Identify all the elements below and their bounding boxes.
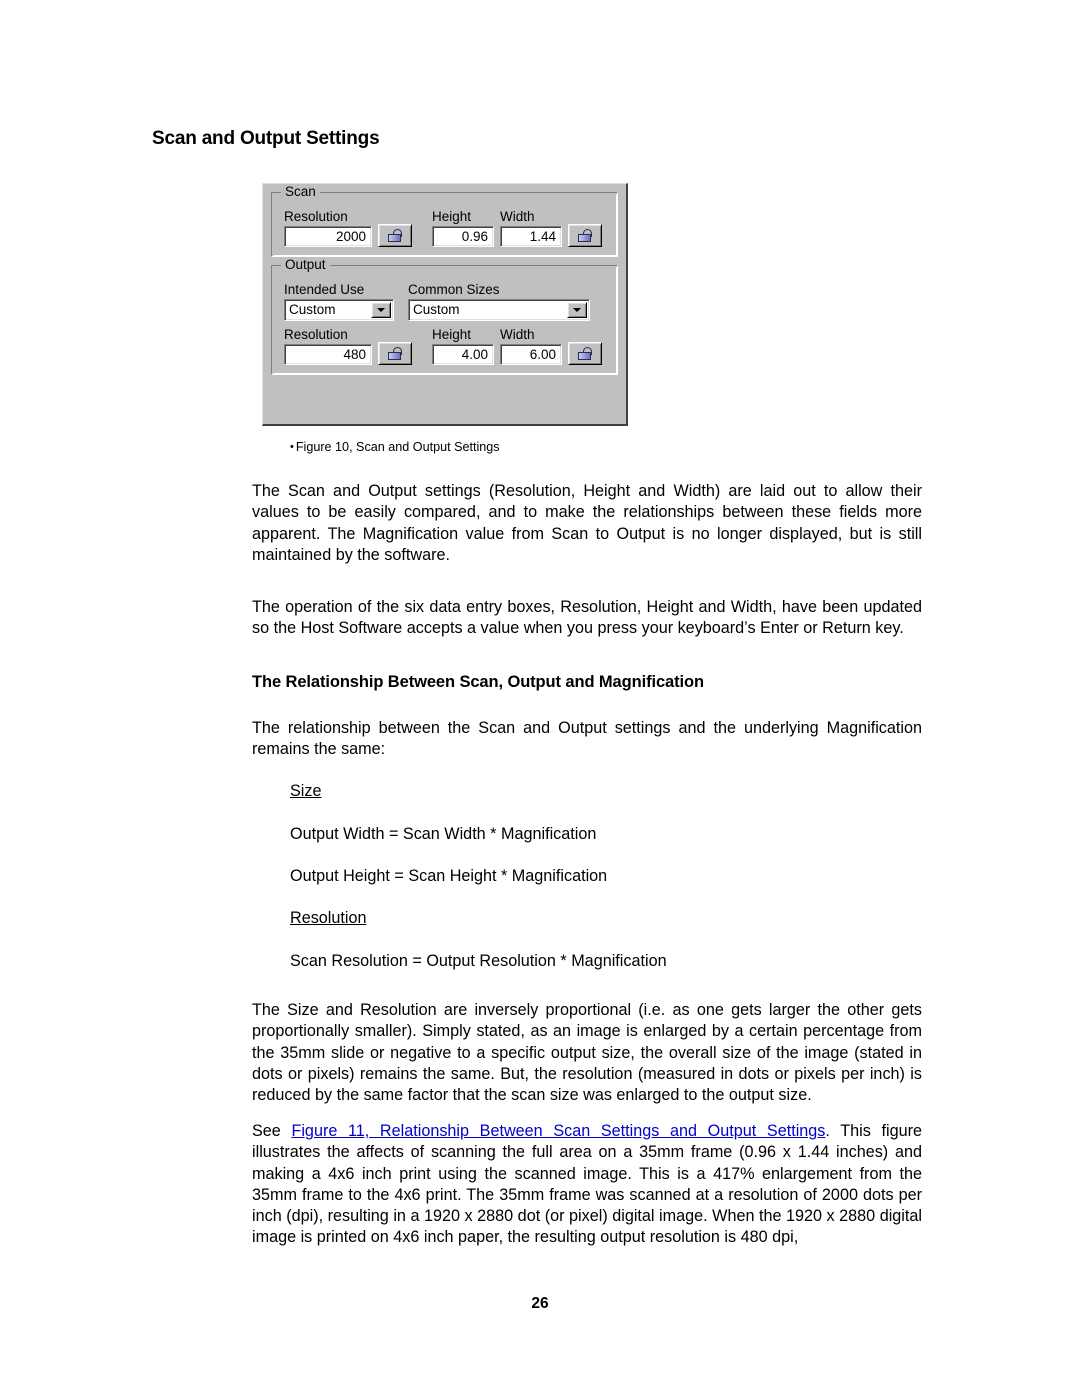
- scan-width-input[interactable]: 1.44: [500, 226, 562, 247]
- output-height-label: Height: [432, 327, 472, 342]
- formula-output-height: Output Height = Scan Height * Magnificat…: [290, 867, 608, 885]
- scan-height-field: Height 0.96: [432, 209, 494, 247]
- common-sizes-value: Custom: [413, 302, 460, 317]
- scan-size-lock-button[interactable]: [568, 224, 602, 247]
- scan-output-settings-dialog: Scan Resolution 2000 Height 0.96 Width 1…: [262, 183, 628, 426]
- scan-height-label: Height: [432, 209, 472, 224]
- paragraph-2: The operation of the six data entry boxe…: [252, 598, 922, 638]
- figure-caption-text: Figure 10, Scan and Output Settings: [295, 440, 500, 454]
- paragraph-3: The relationship between the Scan and Ou…: [252, 719, 922, 759]
- scan-width-label: Width: [500, 209, 535, 224]
- scan-height-input[interactable]: 0.96: [432, 226, 494, 247]
- figure-caption: • Figure 10, Scan and Output Settings: [290, 440, 500, 454]
- page-title: Scan and Output Settings: [152, 128, 380, 149]
- output-resolution-field: Resolution 480: [284, 327, 372, 365]
- common-sizes-dropdown-button[interactable]: [567, 302, 587, 318]
- padlock-open-icon: [388, 347, 402, 360]
- figure-11-link[interactable]: Figure 11, Relationship Between Scan Set…: [291, 1122, 825, 1140]
- caption-bullet-icon: •: [290, 441, 294, 453]
- intended-use-value: Custom: [289, 302, 336, 317]
- scan-resolution-field: Resolution 2000: [284, 209, 372, 247]
- scan-fields-row: Resolution 2000 Height 0.96 Width 1.44: [284, 209, 607, 247]
- size-subheading: Size: [290, 782, 322, 800]
- padlock-open-icon: [388, 229, 402, 242]
- page-number: 26: [531, 1295, 549, 1312]
- common-sizes-field: Common Sizes Custom: [408, 282, 590, 321]
- document-page: Scan and Output Settings Scan Resolution…: [0, 0, 1080, 1397]
- output-selects-row: Intended Use Custom Common Sizes Custom: [284, 282, 607, 321]
- chevron-down-icon: [573, 308, 581, 312]
- output-resolution-input[interactable]: 480: [284, 344, 372, 365]
- output-width-field: Width 6.00: [500, 327, 562, 365]
- padlock-open-icon: [578, 229, 592, 242]
- formula-output-width: Output Width = Scan Width * Magnificatio…: [290, 825, 597, 843]
- output-resolution-lock-button[interactable]: [378, 342, 412, 365]
- section-subheading: The Relationship Between Scan, Output an…: [252, 673, 704, 691]
- intended-use-select[interactable]: Custom: [284, 299, 394, 321]
- output-fields-row: Resolution 480 Height 4.00 Width 6.00: [284, 327, 607, 365]
- chevron-down-icon: [377, 308, 385, 312]
- paragraph-5: See Figure 11, Relationship Between Scan…: [252, 1121, 922, 1249]
- scan-resolution-label: Resolution: [284, 209, 348, 224]
- paragraph-5-suffix: . This figure illustrates the affects of…: [252, 1122, 922, 1247]
- output-width-input[interactable]: 6.00: [500, 344, 562, 365]
- paragraph-1: The Scan and Output settings (Resolution…: [252, 482, 922, 564]
- intended-use-dropdown-button[interactable]: [371, 302, 391, 318]
- scan-resolution-input[interactable]: 2000: [284, 226, 372, 247]
- resolution-subheading: Resolution: [290, 909, 367, 927]
- output-groupbox-legend: Output: [281, 257, 330, 272]
- output-height-input[interactable]: 4.00: [432, 344, 494, 365]
- scan-width-field: Width 1.44: [500, 209, 562, 247]
- intended-use-label: Intended Use: [284, 282, 365, 297]
- common-sizes-select[interactable]: Custom: [408, 299, 590, 321]
- output-size-lock-button[interactable]: [568, 342, 602, 365]
- common-sizes-label: Common Sizes: [408, 282, 500, 297]
- paragraph-4: The Size and Resolution are inversely pr…: [252, 1001, 922, 1105]
- scan-groupbox: Scan Resolution 2000 Height 0.96 Width 1…: [271, 184, 618, 257]
- intended-use-field: Intended Use Custom: [284, 282, 394, 321]
- padlock-open-icon: [578, 347, 592, 360]
- output-width-label: Width: [500, 327, 535, 342]
- output-height-field: Height 4.00: [432, 327, 494, 365]
- paragraph-5-prefix: See: [252, 1122, 292, 1140]
- scan-resolution-lock-button[interactable]: [378, 224, 412, 247]
- formula-scan-resolution: Scan Resolution = Output Resolution * Ma…: [290, 952, 667, 970]
- output-groupbox: Output Intended Use Custom Common Sizes …: [271, 257, 618, 375]
- scan-groupbox-legend: Scan: [281, 184, 320, 199]
- output-resolution-label: Resolution: [284, 327, 348, 342]
